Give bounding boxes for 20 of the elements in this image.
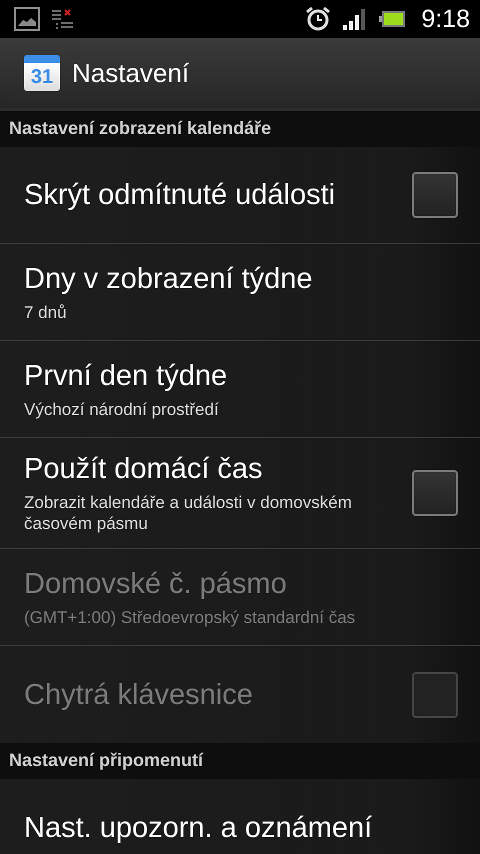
- section-header: Nastavení zobrazení kalendáře: [0, 111, 480, 147]
- battery-icon: [379, 11, 406, 27]
- alarm-clock-icon: [305, 6, 332, 32]
- clock-time: 9:18: [421, 4, 470, 34]
- setting-summary: Zobrazit kalendáře a události v domovském časovém pásmu: [24, 492, 353, 534]
- picture-icon: [14, 7, 40, 31]
- setting-title[interactable]: První den týdne: [24, 358, 458, 392]
- signal-icon: [343, 8, 368, 30]
- setting-summary: 7 dnů: [24, 302, 68, 322]
- setting-title[interactable]: Skrýt odmítnuté události: [24, 178, 398, 212]
- setting-summary: (GMT+1:00) Středoevropský standardní čas: [24, 606, 356, 628]
- screen-title: Nastavení: [72, 58, 190, 88]
- setting-summary: Výchozí národní prostředí: [24, 398, 220, 420]
- setting-title[interactable]: Nast. upozorn. a oznámení: [24, 810, 458, 844]
- checkbox[interactable]: [412, 470, 458, 516]
- setting-title[interactable]: Použít domácí čas: [24, 452, 398, 486]
- setting-title[interactable]: Dny v zobrazení týdne: [24, 262, 458, 296]
- checkbox[interactable]: [412, 172, 458, 218]
- section-header: Nastavení připomenutí: [0, 743, 480, 779]
- notification-icon: [52, 9, 74, 29]
